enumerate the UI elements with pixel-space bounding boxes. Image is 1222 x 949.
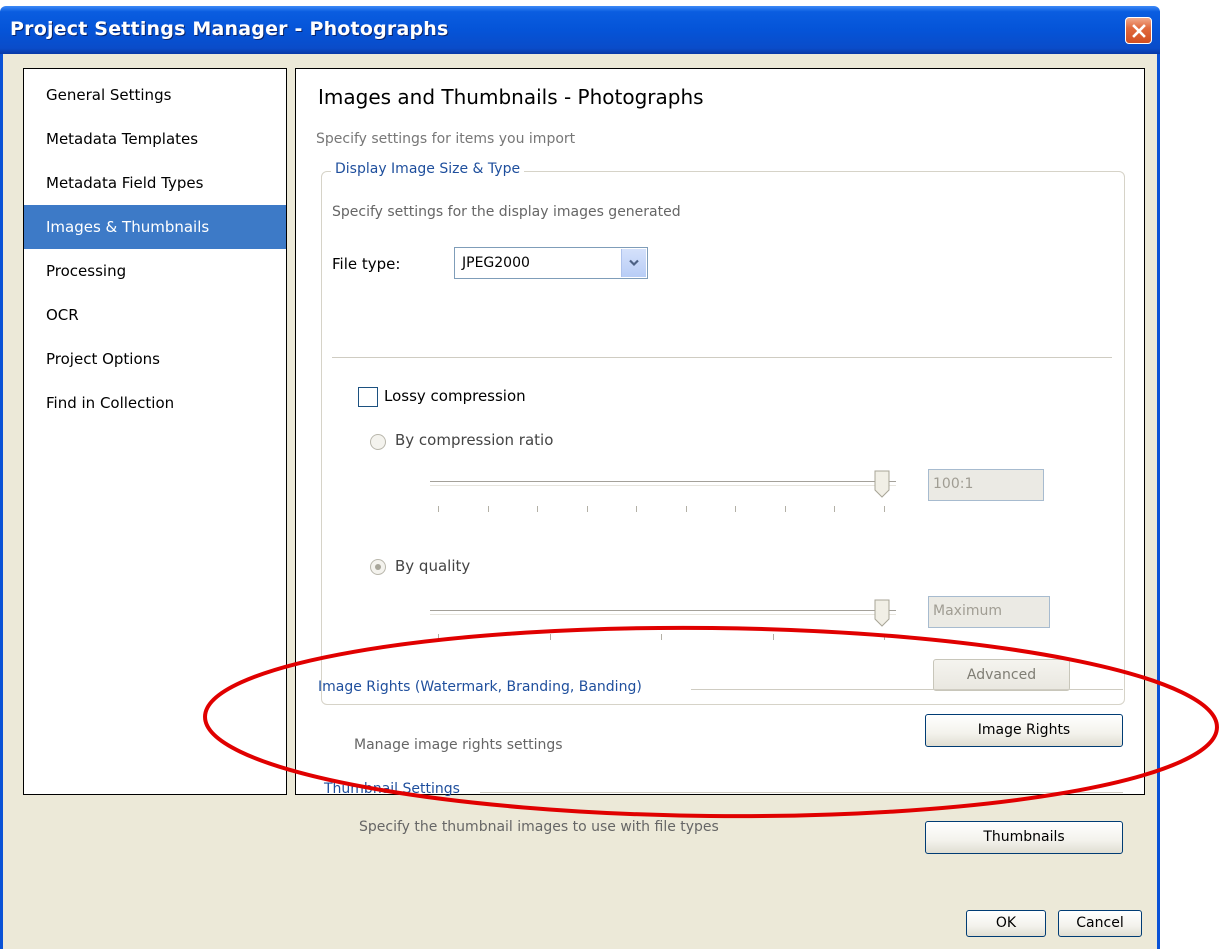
quality-slider[interactable]: [430, 610, 896, 615]
compression-ratio-label: By compression ratio: [395, 431, 554, 449]
compression-ratio-slider-thumb[interactable]: [874, 470, 890, 498]
sidebar-item-project-options[interactable]: Project Options: [24, 339, 286, 379]
compression-ratio-field[interactable]: 100:1: [928, 469, 1044, 501]
cancel-button[interactable]: Cancel: [1058, 910, 1142, 937]
thumbnail-settings-header: Thumbnail Settings: [324, 781, 460, 797]
thumbnail-settings-divider: [480, 792, 1123, 793]
quality-slider-thumb[interactable]: [874, 599, 890, 627]
sidebar-item-processing[interactable]: Processing: [24, 251, 286, 291]
close-button[interactable]: [1125, 17, 1152, 44]
sidebar-item-metadata-templates[interactable]: Metadata Templates: [24, 119, 286, 159]
thumbnails-button[interactable]: Thumbnails: [925, 821, 1123, 854]
ok-button[interactable]: OK: [966, 910, 1046, 937]
slider-tick: [834, 506, 836, 512]
slider-tick: [636, 506, 638, 512]
image-rights-description: Manage image rights settings: [354, 737, 563, 753]
slider-tick: [661, 634, 662, 640]
sidebar-item-find-in-collection[interactable]: Find in Collection: [24, 383, 286, 423]
slider-tick: [438, 634, 439, 640]
group-separator: [332, 357, 1112, 358]
slider-tick: [685, 506, 687, 512]
display-image-legend: Display Image Size & Type: [331, 161, 525, 177]
dropdown-arrow-button[interactable]: [621, 249, 646, 277]
image-rights-divider: [691, 689, 1123, 690]
sidebar-item-ocr[interactable]: OCR: [24, 295, 286, 335]
window-title: Project Settings Manager - Photographs: [10, 18, 449, 40]
radio-selected-dot: [375, 564, 381, 570]
slider-tick: [772, 634, 774, 640]
file-type-label: File type:: [332, 255, 401, 273]
advanced-button[interactable]: Advanced: [933, 659, 1070, 691]
lossy-compression-checkbox[interactable]: [358, 387, 378, 407]
quality-label: By quality: [395, 557, 471, 575]
title-bar[interactable]: Project Settings Manager - Photographs: [0, 6, 1160, 54]
file-type-value: JPEG2000: [462, 255, 530, 271]
slider-tick: [586, 506, 588, 512]
page-subtitle: Specify settings for items you import: [316, 131, 576, 147]
display-image-group: Display Image Size & Type Specify settin…: [321, 161, 1125, 705]
chevron-down-icon: [629, 259, 639, 267]
compression-ratio-radio[interactable]: [370, 434, 386, 450]
file-type-select[interactable]: JPEG2000: [454, 247, 648, 279]
slider-tick: [438, 506, 439, 512]
slider-tick: [884, 506, 885, 512]
sidebar-item-metadata-field-types[interactable]: Metadata Field Types: [24, 163, 286, 203]
slider-tick: [735, 506, 737, 512]
thumbnail-settings-description: Specify the thumbnail images to use with…: [359, 819, 719, 835]
slider-tick: [487, 506, 489, 512]
lossy-compression-label: Lossy compression: [384, 387, 526, 405]
close-icon: [1131, 23, 1146, 38]
settings-content: Images and Thumbnails - Photographs Spec…: [295, 68, 1145, 854]
quality-field[interactable]: Maximum: [928, 596, 1050, 628]
image-rights-header: Image Rights (Watermark, Branding, Bandi…: [318, 679, 642, 695]
sidebar-item-images-thumbnails[interactable]: Images & Thumbnails: [24, 205, 286, 249]
image-rights-button[interactable]: Image Rights: [925, 714, 1123, 747]
slider-tick: [537, 506, 539, 512]
settings-nav: General Settings Metadata Templates Meta…: [23, 68, 287, 795]
slider-tick: [784, 506, 786, 512]
sidebar-item-general-settings[interactable]: General Settings: [24, 75, 286, 115]
display-image-description: Specify settings for the display images …: [332, 204, 681, 220]
compression-ratio-slider[interactable]: [430, 481, 896, 486]
page-title: Images and Thumbnails - Photographs: [318, 85, 704, 109]
slider-tick: [549, 634, 551, 640]
quality-radio[interactable]: [370, 559, 386, 575]
slider-tick: [884, 634, 885, 640]
